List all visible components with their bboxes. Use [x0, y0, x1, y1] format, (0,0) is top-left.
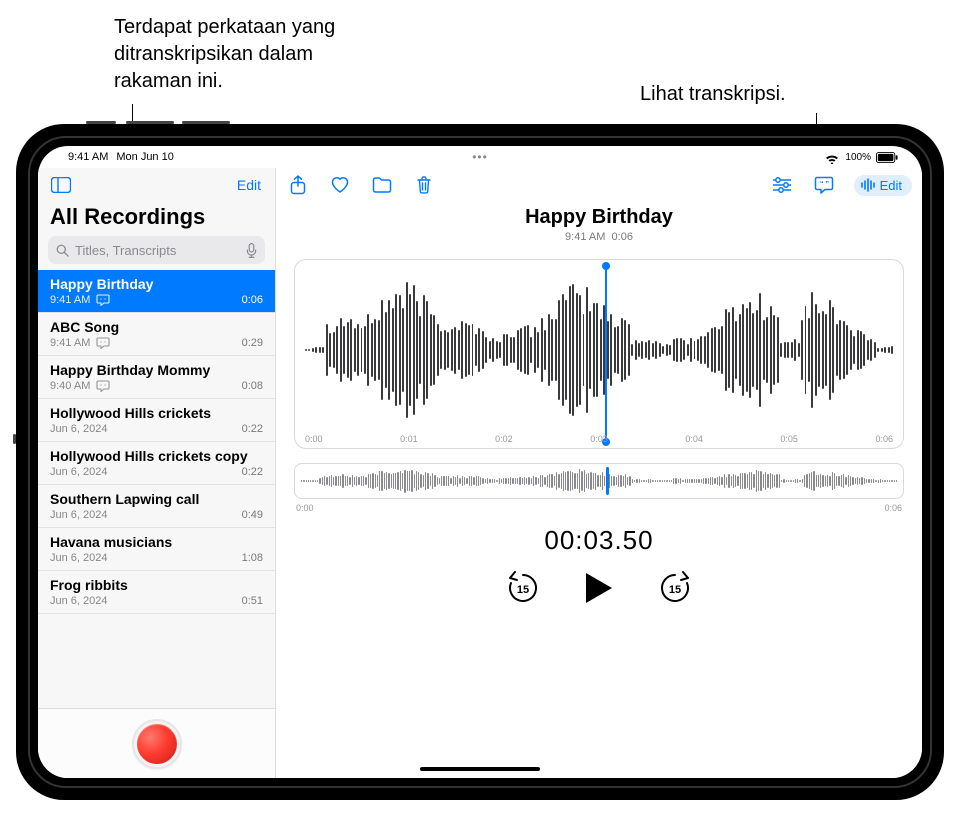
tick-label: 0:03 [590, 434, 608, 444]
recording-row-time: Jun 6, 2024 [50, 423, 108, 435]
tick-label: 0:06 [875, 434, 893, 444]
recording-row-time: 9:41 AM [50, 337, 90, 349]
search-input[interactable]: Titles, Transcripts [48, 236, 265, 264]
tick-label: 0:00 [305, 434, 323, 444]
recording-row-title: ABC Song [50, 319, 263, 335]
tick-label: 0:05 [780, 434, 798, 444]
search-icon [56, 244, 69, 257]
recording-row-title: Happy Birthday [50, 276, 263, 292]
recording-row-time: Jun 6, 2024 [50, 552, 108, 564]
recording-row[interactable]: ABC Song 9:41 AM 0:29 [38, 313, 275, 356]
recording-row-duration: 0:22 [242, 466, 263, 478]
recording-row-time: 9:40 AM [50, 380, 90, 392]
playhead[interactable] [605, 266, 607, 442]
tick-label: 0:02 [495, 434, 513, 444]
skip-back-button[interactable]: 15 [506, 570, 540, 606]
current-time: 00:03.50 [276, 525, 922, 556]
tick-label: 0:01 [400, 434, 418, 444]
callout-view-transcript: Lihat transkripsi. [640, 81, 786, 108]
edit-waveform-button[interactable]: Edit [854, 175, 912, 196]
play-button[interactable] [584, 571, 614, 605]
share-icon[interactable] [286, 172, 310, 198]
recording-row-duration: 0:49 [242, 509, 263, 521]
recording-row[interactable]: Happy Birthday 9:41 AM 0:06 [38, 270, 275, 313]
recording-row[interactable]: Happy Birthday Mommy 9:40 AM 0:08 [38, 356, 275, 399]
svg-text:15: 15 [517, 584, 529, 596]
sidebar-title: All Recordings [38, 202, 275, 236]
recording-subtitle: 9:41 AM 0:06 [276, 231, 922, 243]
waveform-icon [860, 178, 876, 192]
recording-row[interactable]: Havana musicians Jun 6, 2024 1:08 [38, 528, 275, 571]
ipad-device-frame: 9:41 AM Mon Jun 10 ••• 100% [16, 124, 944, 800]
recording-list[interactable]: Happy Birthday 9:41 AM 0:06 ABC Song 9:4… [38, 270, 275, 708]
recording-row-duration: 0:22 [242, 423, 263, 435]
recording-row[interactable]: Frog ribbits Jun 6, 2024 0:51 [38, 571, 275, 614]
wifi-icon [824, 152, 840, 163]
recording-row-title: Southern Lapwing call [50, 491, 263, 507]
multitask-dots[interactable]: ••• [472, 150, 488, 164]
favorite-icon[interactable] [328, 172, 352, 198]
recording-row-time: 9:41 AM [50, 294, 90, 306]
time-ticks: 0:00 0:01 0:02 0:03 0:04 0:05 0:06 [295, 434, 903, 444]
recording-row-title: Happy Birthday Mommy [50, 362, 263, 378]
recording-row-time: Jun 6, 2024 [50, 595, 108, 607]
playback-settings-icon[interactable] [770, 172, 794, 198]
transcript-badge-icon [96, 380, 110, 392]
recording-row-time: Jun 6, 2024 [50, 466, 108, 478]
waveform-overview[interactable] [294, 463, 904, 499]
status-date: Mon Jun 10 [116, 151, 173, 163]
dictate-icon[interactable] [246, 243, 257, 258]
battery-percent: 100% [845, 152, 871, 163]
recording-title[interactable]: Happy Birthday [276, 206, 922, 229]
recording-row[interactable]: Southern Lapwing call Jun 6, 2024 0:49 [38, 485, 275, 528]
overview-playhead[interactable] [606, 467, 609, 495]
battery-icon [876, 152, 892, 163]
status-time: 9:41 AM [68, 151, 108, 163]
recording-row-duration: 0:06 [242, 294, 263, 306]
recording-row-time: Jun 6, 2024 [50, 509, 108, 521]
recording-row-duration: 0:29 [242, 337, 263, 349]
status-bar: 9:41 AM Mon Jun 10 ••• 100% [38, 146, 922, 168]
skip-forward-button[interactable]: 15 [658, 570, 692, 606]
detail-pane: “ ” Edit Happy Birthday [276, 168, 922, 778]
sidebar-edit-button[interactable]: Edit [233, 177, 265, 193]
recording-row-duration: 1:08 [242, 552, 263, 564]
search-placeholder: Titles, Transcripts [75, 243, 176, 258]
svg-text:15: 15 [669, 584, 681, 596]
recording-row-title: Hollywood Hills crickets [50, 405, 263, 421]
recording-row-title: Havana musicians [50, 534, 263, 550]
svg-text:“ ”: “ ” [820, 181, 829, 188]
tick-label: 0:04 [685, 434, 703, 444]
trash-icon[interactable] [412, 172, 436, 198]
record-bar [38, 708, 275, 778]
home-indicator[interactable] [420, 767, 540, 771]
record-button[interactable] [134, 721, 180, 767]
recording-row[interactable]: Hollywood Hills crickets Jun 6, 2024 0:2… [38, 399, 275, 442]
toggle-sidebar-icon[interactable] [48, 172, 74, 198]
recording-row[interactable]: Hollywood Hills crickets copy Jun 6, 202… [38, 442, 275, 485]
transcript-badge-icon [96, 294, 110, 306]
recording-row-duration: 0:51 [242, 595, 263, 607]
waveform-main[interactable]: 0:00 0:01 0:02 0:03 0:04 0:05 0:06 [294, 259, 904, 449]
recording-row-title: Frog ribbits [50, 577, 263, 593]
callout-transcript-in-list: Terdapat perkataan yang ditranskripsikan… [114, 14, 374, 95]
move-to-folder-icon[interactable] [370, 172, 394, 198]
recording-row-title: Hollywood Hills crickets copy [50, 448, 263, 464]
recording-row-duration: 0:08 [242, 380, 263, 392]
sidebar: Edit All Recordings Titles, Transcripts … [38, 168, 276, 778]
transcript-icon[interactable]: “ ” [812, 172, 836, 198]
overview-times: 0:00 0:06 [296, 503, 902, 513]
edit-button-label: Edit [880, 178, 902, 193]
transcript-badge-icon [96, 337, 110, 349]
